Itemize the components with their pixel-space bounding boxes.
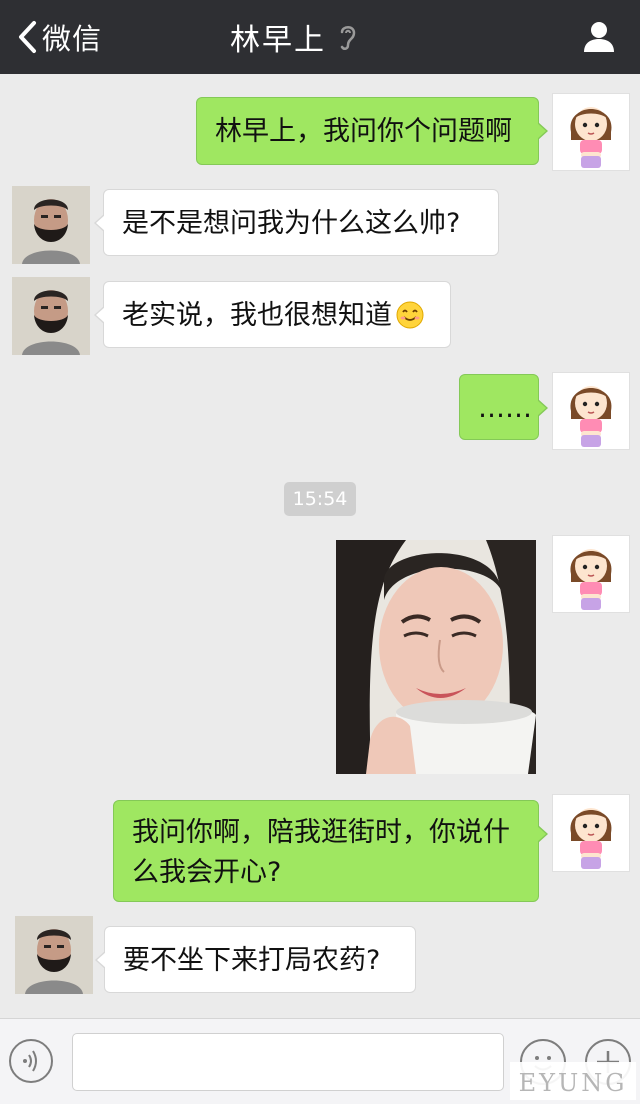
chat-header: 微信 林早上: [0, 0, 640, 74]
voice-input-button[interactable]: [9, 1039, 53, 1083]
cartoon-girl-avatar-icon: [570, 808, 612, 869]
message-input[interactable]: [72, 1033, 504, 1091]
cartoon-girl-avatar-icon: [570, 386, 612, 447]
bearded-man-avatar-icon: [12, 277, 90, 355]
person-icon: [584, 22, 614, 52]
message-text-line: 我问你啊，陪我逛街时，你说什: [132, 817, 510, 848]
message-bubble-received[interactable]: 要不坐下来打局农药?: [95, 926, 416, 993]
message-bubble-received[interactable]: 是不是想问我为什么这么帅?: [94, 189, 499, 256]
friend-avatar[interactable]: [15, 916, 93, 994]
image-message[interactable]: [336, 540, 536, 774]
timestamp: 15:54: [284, 482, 356, 516]
watermark-logo: EYUNG: [510, 1062, 636, 1100]
my-avatar[interactable]: [552, 372, 630, 450]
friend-avatar[interactable]: [12, 277, 90, 355]
message-text: 老实说，我也很想知道: [122, 300, 392, 331]
woman-smiling-with-cup-photo: [336, 540, 536, 774]
message-bubble-sent[interactable]: 林早上，我问你个问题啊: [196, 97, 548, 165]
my-avatar[interactable]: [552, 93, 630, 171]
back-button[interactable]: 微信: [16, 16, 102, 58]
bearded-man-avatar-icon: [15, 916, 93, 994]
cartoon-girl-avatar-icon: [570, 107, 612, 168]
chat-title-area: 林早上: [230, 16, 358, 58]
my-avatar[interactable]: [552, 794, 630, 872]
message-text-line: 么我会开心?: [132, 857, 282, 888]
chat-title: 林早上: [230, 23, 326, 58]
sound-wave-icon: [23, 1050, 37, 1072]
back-label: 微信: [42, 22, 103, 56]
friend-avatar[interactable]: [12, 186, 90, 264]
profile-button[interactable]: [582, 20, 616, 58]
my-avatar[interactable]: [552, 535, 630, 613]
chevron-left-icon: [19, 21, 36, 53]
earpiece-icon: [340, 26, 356, 50]
message-bubble-sent[interactable]: 我问你啊，陪我逛街时，你说什 么我会开心?: [113, 800, 548, 902]
bearded-man-avatar-icon: [12, 186, 90, 264]
smile-emoji-icon: [396, 301, 424, 329]
cartoon-girl-avatar-icon: [570, 549, 612, 610]
message-bubble-sent[interactable]: ……: [459, 374, 548, 440]
message-bubble-received[interactable]: 老实说，我也很想知道: [94, 281, 451, 348]
